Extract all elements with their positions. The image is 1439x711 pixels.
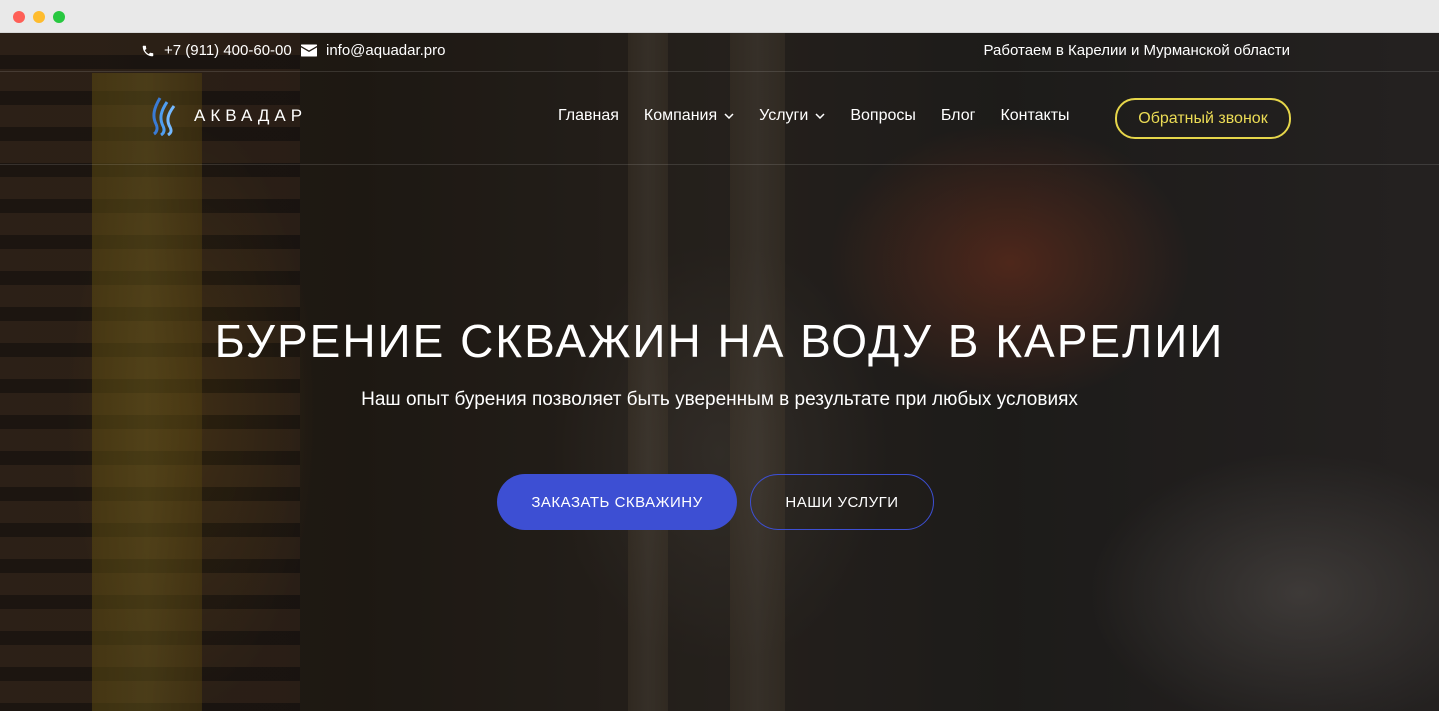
site-logo[interactable]: АКВАДАР — [150, 96, 307, 136]
hero-section: +7 (911) 400-60-00 info@aquadar.pro Рабо… — [0, 33, 1439, 711]
order-well-button[interactable]: ЗАКАЗАТЬ СКВАЖИНУ — [497, 474, 737, 530]
email-link[interactable]: info@aquadar.pro — [301, 42, 445, 59]
window-titlebar — [0, 0, 1439, 33]
callback-button[interactable]: Обратный звонок — [1115, 98, 1291, 139]
chevron-down-icon — [724, 113, 734, 119]
nav-item-label: Контакты — [1000, 107, 1070, 124]
nav-item-blog[interactable]: Блог — [941, 107, 976, 125]
nav-item-services[interactable]: Услуги — [759, 107, 825, 125]
envelope-icon — [301, 44, 317, 57]
logo-text: АКВАДАР — [194, 106, 308, 125]
maximize-window-button[interactable] — [53, 11, 65, 23]
our-services-button[interactable]: НАШИ УСЛУГИ — [750, 474, 934, 530]
hero-subtitle: Наш опыт бурения позволяет быть уверенны… — [361, 389, 1078, 410]
main-header: АКВАДАР Главная Компания Услуги Вопросы … — [0, 72, 1439, 165]
minimize-window-button[interactable] — [33, 11, 45, 23]
nav-item-label: Услуги — [759, 107, 809, 124]
phone-number: +7 (911) 400-60-00 — [164, 42, 292, 59]
nav-item-label: Вопросы — [850, 107, 916, 124]
hero-title: БУРЕНИЕ СКВАЖИН НА ВОДУ В КАРЕЛИИ — [214, 315, 1225, 367]
nav-item-contacts[interactable]: Контакты — [1000, 107, 1069, 125]
nav-item-label: Главная — [558, 107, 619, 124]
nav-item-label: Компания — [643, 107, 718, 124]
nav-item-company[interactable]: Компания — [644, 107, 734, 125]
browser-window: +7 (911) 400-60-00 info@aquadar.pro Рабо… — [0, 0, 1439, 711]
main-navigation: Главная Компания Услуги Вопросы Блог Кон… — [558, 107, 1095, 125]
chevron-down-icon — [815, 113, 825, 119]
phone-link[interactable]: +7 (911) 400-60-00 — [141, 42, 292, 59]
water-drop-icon — [152, 97, 176, 136]
nav-item-questions[interactable]: Вопросы — [850, 107, 916, 125]
service-region-text: Работаем в Карелии и Мурманской области — [983, 42, 1290, 59]
nav-item-home[interactable]: Главная — [558, 107, 619, 125]
phone-icon — [142, 45, 154, 56]
top-contact-bar: +7 (911) 400-60-00 info@aquadar.pro Рабо… — [0, 33, 1439, 72]
close-window-button[interactable] — [13, 11, 25, 23]
email-address: info@aquadar.pro — [326, 42, 446, 59]
nav-item-label: Блог — [940, 107, 976, 124]
